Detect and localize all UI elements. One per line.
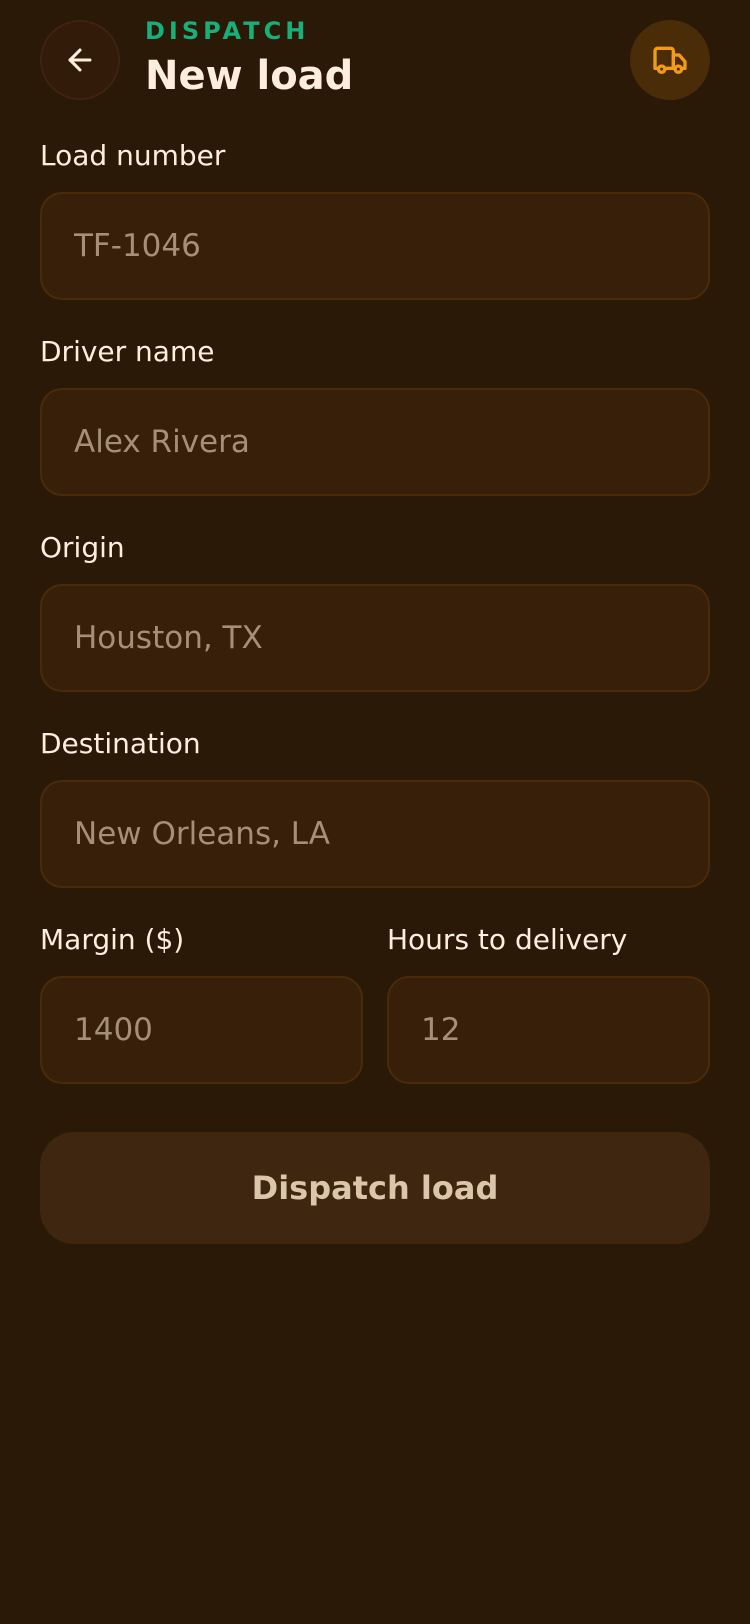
- load-number-input[interactable]: [40, 192, 710, 300]
- hours-to-delivery-label: Hours to delivery: [387, 923, 628, 956]
- driver-name-input[interactable]: [40, 388, 710, 496]
- section-eyebrow: DISPATCH: [145, 17, 310, 45]
- origin-input[interactable]: [40, 584, 710, 692]
- destination-label: Destination: [40, 727, 201, 760]
- hours-to-delivery-input[interactable]: [387, 976, 710, 1084]
- load-number-label: Load number: [40, 139, 226, 172]
- margin-label: Margin ($): [40, 923, 185, 956]
- truck-icon: [653, 46, 687, 75]
- origin-label: Origin: [40, 531, 125, 564]
- margin-input[interactable]: [40, 976, 363, 1084]
- back-button[interactable]: [40, 20, 120, 100]
- arrow-left-icon: [68, 48, 92, 72]
- header: DISPATCH New load: [0, 0, 750, 120]
- driver-name-label: Driver name: [40, 335, 215, 368]
- dispatch-load-button[interactable]: Dispatch load: [40, 1132, 710, 1244]
- page-title: New load: [145, 53, 354, 99]
- destination-input[interactable]: [40, 780, 710, 888]
- truck-badge: [630, 20, 710, 100]
